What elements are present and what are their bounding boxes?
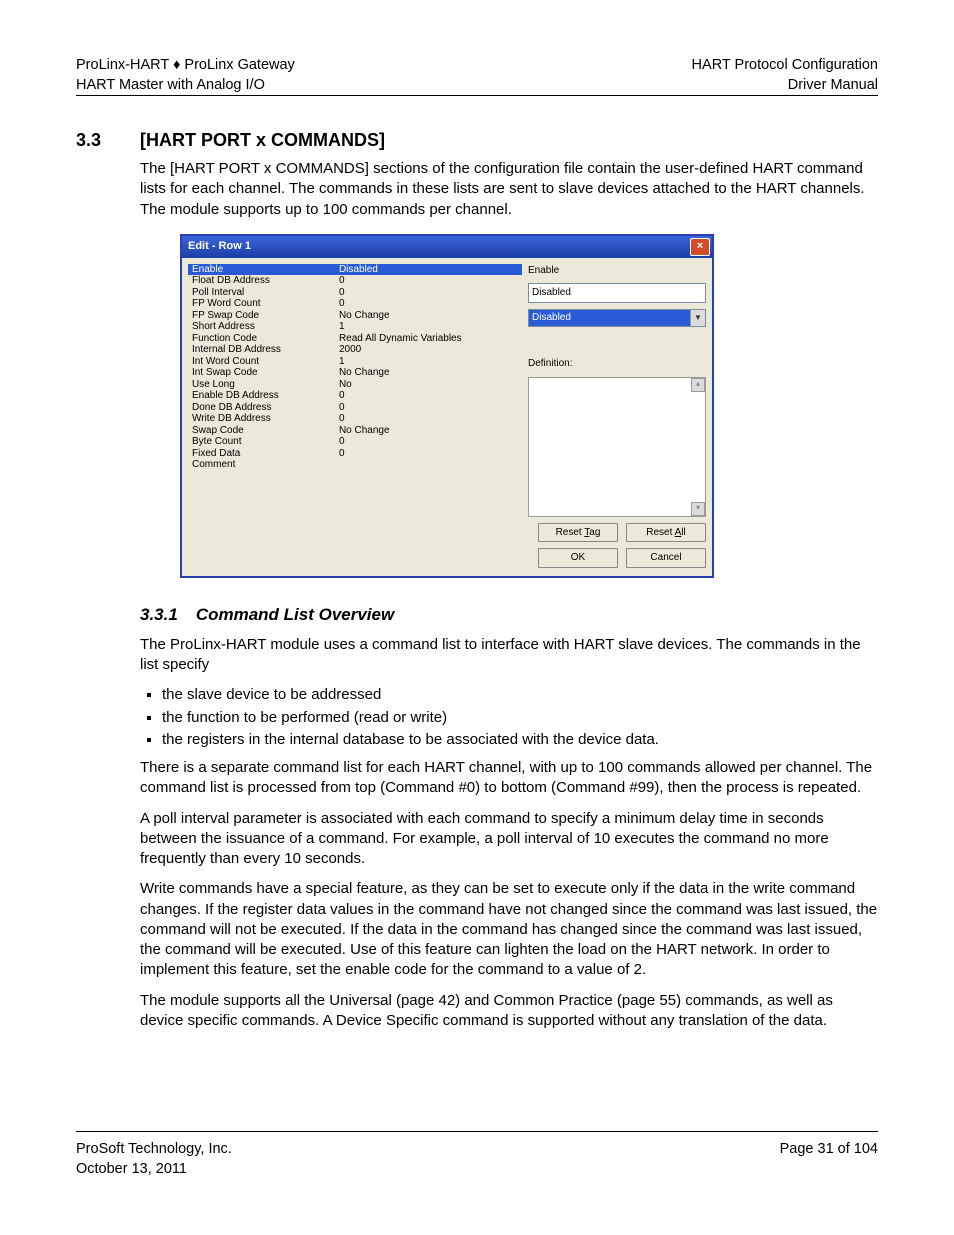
property-value: 0: [335, 402, 522, 414]
property-row[interactable]: Swap CodeNo Change: [188, 425, 522, 437]
property-key: Use Long: [188, 379, 335, 391]
property-row[interactable]: Fixed Data0: [188, 448, 522, 460]
property-value: No Change: [335, 310, 522, 322]
property-row[interactable]: Byte Count0: [188, 436, 522, 448]
section-title: [HART PORT x COMMANDS]: [140, 130, 385, 151]
property-value: Read All Dynamic Variables: [335, 333, 522, 345]
list-item: the slave device to be addressed: [162, 685, 878, 705]
footer-page: Page 31 of 104: [780, 1140, 878, 1160]
property-row[interactable]: Write DB Address0: [188, 413, 522, 425]
property-key: Write DB Address: [188, 413, 335, 425]
property-value: 0: [335, 298, 522, 310]
enable-input[interactable]: Disabled: [528, 283, 706, 303]
footer-rule: [76, 1131, 878, 1132]
property-row[interactable]: FP Swap CodeNo Change: [188, 310, 522, 322]
cancel-button[interactable]: Cancel: [626, 548, 706, 568]
property-value: No: [335, 379, 522, 391]
property-row[interactable]: Float DB Address0: [188, 275, 522, 287]
subsection-p5: The module supports all the Universal (p…: [140, 991, 878, 1032]
subsection-number: 3.3.1: [140, 604, 178, 627]
property-row[interactable]: Poll Interval0: [188, 287, 522, 299]
property-key: Short Address: [188, 321, 335, 333]
enable-label: Enable: [528, 264, 706, 278]
property-value: No Change: [335, 425, 522, 437]
property-key: Done DB Address: [188, 402, 335, 414]
header-rule: [76, 95, 878, 96]
property-row[interactable]: Done DB Address0: [188, 402, 522, 414]
property-row[interactable]: Use LongNo: [188, 379, 522, 391]
property-key: Poll Interval: [188, 287, 335, 299]
edit-row-dialog: Edit - Row 1 × EnableDisabledFloat DB Ad…: [180, 234, 714, 578]
scroll-down-icon[interactable]: ▾: [691, 502, 705, 516]
property-key: Enable DB Address: [188, 390, 335, 402]
list-item: the registers in the internal database t…: [162, 730, 878, 750]
property-key: Int Word Count: [188, 356, 335, 368]
property-row[interactable]: Internal DB Address2000: [188, 344, 522, 356]
property-value: 1: [335, 356, 522, 368]
property-value: [335, 459, 522, 471]
property-value: 0: [335, 448, 522, 460]
section-intro: The [HART PORT x COMMANDS] sections of t…: [140, 159, 878, 220]
property-key: Comment: [188, 459, 335, 471]
property-value: Disabled: [335, 264, 522, 276]
property-key: Function Code: [188, 333, 335, 345]
ok-button[interactable]: OK: [538, 548, 618, 568]
header-right-2: Driver Manual: [692, 76, 878, 96]
header-left-1: ProLinx-HART ♦ ProLinx Gateway: [76, 56, 295, 76]
property-row[interactable]: FP Word Count0: [188, 298, 522, 310]
property-row[interactable]: Enable DB Address0: [188, 390, 522, 402]
section-heading: 3.3 [HART PORT x COMMANDS]: [76, 130, 878, 151]
dialog-titlebar: Edit - Row 1 ×: [182, 236, 712, 258]
property-key: Int Swap Code: [188, 367, 335, 379]
property-value: 1: [335, 321, 522, 333]
section-number: 3.3: [76, 130, 116, 151]
subsection-heading: 3.3.1 Command List Overview: [140, 604, 878, 627]
property-row[interactable]: EnableDisabled: [188, 264, 522, 276]
list-item: the function to be performed (read or wr…: [162, 708, 878, 728]
chevron-down-icon[interactable]: ▼: [690, 310, 705, 326]
property-key: Fixed Data: [188, 448, 335, 460]
property-value: 0: [335, 390, 522, 402]
subsection-p2: There is a separate command list for eac…: [140, 758, 878, 799]
subsection-p3: A poll interval parameter is associated …: [140, 809, 878, 870]
footer-left-2: October 13, 2011: [76, 1160, 232, 1180]
property-value: 0: [335, 436, 522, 448]
property-key: Swap Code: [188, 425, 335, 437]
enable-dropdown[interactable]: Disabled ▼: [528, 309, 706, 327]
property-value: 2000: [335, 344, 522, 356]
property-row[interactable]: Int Swap CodeNo Change: [188, 367, 522, 379]
definition-box[interactable]: ▴ ▾: [528, 377, 706, 517]
property-list[interactable]: EnableDisabledFloat DB Address0Poll Inte…: [188, 264, 522, 568]
property-key: Byte Count: [188, 436, 335, 448]
property-value: 0: [335, 287, 522, 299]
header-left-2: HART Master with Analog I/O: [76, 76, 295, 96]
property-value: 0: [335, 275, 522, 287]
property-key: Enable: [188, 264, 335, 276]
property-value: 0: [335, 413, 522, 425]
subsection-title: Command List Overview: [196, 604, 394, 627]
property-row[interactable]: Int Word Count1: [188, 356, 522, 368]
property-key: Internal DB Address: [188, 344, 335, 356]
dropdown-selected: Disabled: [529, 310, 690, 326]
scroll-up-icon[interactable]: ▴: [691, 378, 705, 392]
definition-label: Definition:: [528, 357, 706, 371]
close-icon[interactable]: ×: [690, 238, 710, 256]
property-row[interactable]: Function CodeRead All Dynamic Variables: [188, 333, 522, 345]
reset-all-button[interactable]: Reset All: [626, 523, 706, 543]
property-value: No Change: [335, 367, 522, 379]
property-key: Float DB Address: [188, 275, 335, 287]
reset-tag-button[interactable]: Reset Tag: [538, 523, 618, 543]
footer-left-1: ProSoft Technology, Inc.: [76, 1140, 232, 1160]
bullet-list: the slave device to be addressed the func…: [140, 685, 878, 750]
property-key: FP Swap Code: [188, 310, 335, 322]
property-row[interactable]: Short Address1: [188, 321, 522, 333]
property-row[interactable]: Comment: [188, 459, 522, 471]
dialog-title: Edit - Row 1: [188, 239, 251, 254]
subsection-p1: The ProLinx-HART module uses a command l…: [140, 635, 878, 676]
property-key: FP Word Count: [188, 298, 335, 310]
subsection-p4: Write commands have a special feature, a…: [140, 879, 878, 980]
header-right-1: HART Protocol Configuration: [692, 56, 878, 76]
